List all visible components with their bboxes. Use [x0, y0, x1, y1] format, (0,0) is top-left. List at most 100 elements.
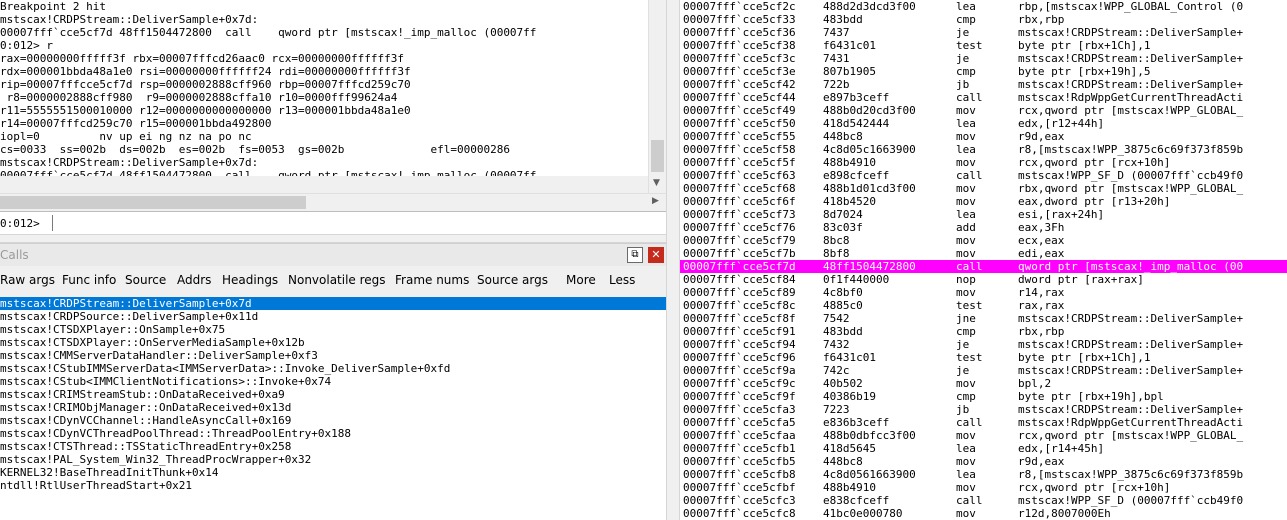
raw-args-button[interactable]: Raw args	[0, 273, 55, 287]
func-info-button[interactable]: Func info	[62, 273, 116, 287]
disassembly-row[interactable]: 00007fff`cce5cf8f 7542 jne mstscax!CRDPStre…	[680, 312, 1287, 325]
disassembly-row[interactable]: 00007fff`cce5cf89 4c8bf0 mov r14,rax	[680, 286, 1287, 299]
disassembly-row[interactable]: 00007fff`cce5cf84 0f1f440000 nop dword ptr …	[680, 273, 1287, 286]
disassembly-row[interactable]: 00007fff`cce5cfb8 4c8d0561663900 lea r8,[ms…	[680, 468, 1287, 481]
call-stack-frame[interactable]: ntdll!RtlUserThreadStart+0x21	[0, 479, 666, 492]
disassembly-row[interactable]: 00007fff`cce5cf50 418d542444 lea edx,[r12+4…	[680, 117, 1287, 130]
instruction-mnemonic: je	[956, 364, 970, 377]
call-stack-frame[interactable]: mstscax!CRDPSource::DeliverSample+0x11d	[0, 310, 666, 323]
disassembly-row[interactable]: 00007fff`cce5cfb1 418d5645 lea edx,[r14+45h…	[680, 442, 1287, 455]
frame-nums-button[interactable]: Frame nums	[395, 273, 469, 287]
call-stack-frame[interactable]: mstscax!CRDPStream::DeliverSample+0x7d	[0, 297, 666, 310]
call-stack-frame[interactable]: mstscax!CRIMStreamStub::OnDataReceived+0…	[0, 388, 666, 401]
command-output-line: rdx=000001bbda48a1e0 rsi=00000000ffffff2…	[0, 65, 411, 78]
call-stack-frame[interactable]: mstscax!CTSDXPlayer::OnSample+0x75	[0, 323, 666, 336]
disassembly-row[interactable]: 00007fff`cce5cf2c 488d2d3dcd3f00 lea rbp,[m…	[680, 0, 1287, 13]
disassembly-row[interactable]: 00007fff`cce5cf8c 4885c0 test rax,rax	[680, 299, 1287, 312]
call-stack-list[interactable]: mstscax!CRDPStream::DeliverSample+0x7d ms…	[0, 297, 666, 520]
disassembly-row[interactable]: 00007fff`cce5cf5f 488b4910 mov rcx,qword pt…	[680, 156, 1287, 169]
call-stack-frame[interactable]: mstscax!CRIMObjManager::OnDataReceived+0…	[0, 401, 666, 414]
disassembly-row[interactable]: 00007fff`cce5cf73 8d7024 lea esi,[rax+24h]	[680, 208, 1287, 221]
instruction-mnemonic: je	[956, 52, 970, 65]
disassembly-row[interactable]: 00007fff`cce5cf38 f6431c01 test byte ptr [r…	[680, 39, 1287, 52]
instruction-mnemonic: call	[956, 494, 983, 507]
disassembly-row[interactable]: 00007fff`cce5cfbf 488b4910 mov rcx,qword pt…	[680, 481, 1287, 494]
command-output-line: iopl=0 nv up ei ng nz na po nc	[0, 130, 252, 143]
instruction-mnemonic: mov	[956, 286, 976, 299]
instruction-mnemonic: call	[956, 260, 983, 273]
scrollbar-thumb[interactable]	[0, 196, 306, 209]
chevron-right-icon[interactable]: ▶	[652, 196, 659, 206]
call-stack-frame[interactable]: mstscax!CStub<IMMClientNotifications>::I…	[0, 375, 666, 388]
disassembly-row[interactable]: 00007fff`cce5cf9c 40b502 mov bpl,2	[680, 377, 1287, 390]
instruction-address: 00007fff`cce5cf9f	[683, 390, 796, 403]
disassembly-row[interactable]: 00007fff`cce5cf68 488b1d01cd3f00 mov rbx,qw…	[680, 182, 1287, 195]
call-stack-frame[interactable]: KERNEL32!BaseThreadInitThunk+0x14	[0, 466, 666, 479]
scrollbar-thumb[interactable]	[651, 140, 664, 172]
instruction-mnemonic: test	[956, 351, 983, 364]
disassembly-row[interactable]: 00007fff`cce5cf3e 807b1905 cmp byte ptr [rb…	[680, 65, 1287, 78]
disassembly-row[interactable]: 00007fff`cce5cf6f 418b4520 mov eax,dword pt…	[680, 195, 1287, 208]
disassembly-row[interactable]: 00007fff`cce5cf3c 7431 je mstscax!CRDPStrea…	[680, 52, 1287, 65]
call-stack-frame[interactable]: mstscax!CDynVCChannel::HandleAsyncCall+0…	[0, 414, 666, 427]
disassembly-row[interactable]: 00007fff`cce5cf96 f6431c01 test byte ptr [r…	[680, 351, 1287, 364]
disassembly-row[interactable]: 00007fff`cce5cf76 83c03f add eax,3Fh	[680, 221, 1287, 234]
source-button[interactable]: Source	[125, 273, 166, 287]
disassembly-row[interactable]: 00007fff`cce5cf79 8bc8 mov ecx,eax	[680, 234, 1287, 247]
command-output[interactable]: Breakpoint 2 hit mstscax!CRDPStream::Deli…	[0, 0, 648, 176]
vertical-splitter[interactable]	[666, 0, 680, 520]
command-input-field[interactable]	[52, 215, 663, 231]
command-vertical-scrollbar[interactable]: ▼	[648, 0, 667, 193]
chevron-down-icon[interactable]: ▼	[653, 178, 660, 188]
headings-button[interactable]: Headings	[222, 273, 278, 287]
source-args-button[interactable]: Source args	[477, 273, 548, 287]
disassembly-row[interactable]: 00007fff`cce5cf49 488b0d20cd3f00 mov rcx,qw…	[680, 104, 1287, 117]
instruction-bytes: 0f1f440000	[823, 273, 890, 286]
dock-window-icon[interactable]: ⧉	[627, 247, 643, 263]
disassembly-row[interactable]: 00007fff`cce5cf36 7437 je mstscax!CRDPStrea…	[680, 26, 1287, 39]
disassembly-row[interactable]: 00007fff`cce5cfc3 e838cfceff call mstscax!W…	[680, 494, 1287, 507]
call-stack-frame[interactable]: mstscax!CStubIMMServerData<IMMServerData…	[0, 362, 666, 375]
instruction-mnemonic: lea	[956, 143, 976, 156]
disassembly-row[interactable]: 00007fff`cce5cf91 483bdd cmp rbx,rbp	[680, 325, 1287, 338]
horizontal-splitter[interactable]	[0, 234, 666, 243]
disassembly-row[interactable]: 00007fff`cce5cf58 4c8d05c1663900 lea r8,[ms…	[680, 143, 1287, 156]
instruction-mnemonic: je	[956, 26, 970, 39]
instruction-mnemonic: lea	[956, 468, 976, 481]
disassembly-row[interactable]: 00007fff`cce5cf9a 742c je mstscax!CRDPStrea…	[680, 364, 1287, 377]
instruction-bytes: 7432	[823, 338, 850, 351]
command-output-line: 00007fff`cce5cf7d 48ff1504472800 call qw…	[0, 26, 537, 39]
addrs-button[interactable]: Addrs	[177, 273, 211, 287]
instruction-bytes: 488b1d01cd3f00	[823, 182, 916, 195]
more-button[interactable]: More	[566, 273, 596, 287]
disassembly-row[interactable]: 00007fff`cce5cfa3 7223 jb mstscax!CRDPStrea…	[680, 403, 1287, 416]
instruction-mnemonic: mov	[956, 455, 976, 468]
command-horizontal-scrollbar[interactable]: ▶	[0, 193, 666, 211]
disassembly-row[interactable]: 00007fff`cce5cf42 722b jb mstscax!CRDPStrea…	[680, 78, 1287, 91]
current-instruction-row[interactable]: 00007fff`cce5cf7d 48ff1504472800 call qword…	[680, 260, 1287, 273]
disassembly-row[interactable]: 00007fff`cce5cfaa 488b0dbfcc3f00 mov rcx,qw…	[680, 429, 1287, 442]
disassembly-row[interactable]: 00007fff`cce5cf94 7432 je mstscax!CRDPStrea…	[680, 338, 1287, 351]
disassembly-row[interactable]: 00007fff`cce5cfb5 448bc8 mov r9d,eax	[680, 455, 1287, 468]
less-button[interactable]: Less	[609, 273, 635, 287]
disassembly-row[interactable]: 00007fff`cce5cf33 483bdd cmp rbx,rbp	[680, 13, 1287, 26]
instruction-bytes: 41bc0e000780	[823, 507, 903, 520]
call-stack-frame[interactable]: mstscax!PAL_System_Win32_ThreadProcWrapp…	[0, 453, 666, 466]
disassembly-row[interactable]: 00007fff`cce5cf63 e898cfceff call mstscax!W…	[680, 169, 1287, 182]
call-stack-frame[interactable]: mstscax!CTSDXPlayer::OnServerMediaSample…	[0, 336, 666, 349]
instruction-mnemonic: lea	[956, 0, 976, 13]
disassembly-view[interactable]: 00007fff`cce5cf2c 488d2d3dcd3f00 lea rbp,[m…	[680, 0, 1287, 520]
close-icon[interactable]: ✕	[648, 247, 664, 263]
call-stack-frame[interactable]: mstscax!CDynVCThreadPoolThread::ThreadPo…	[0, 427, 666, 440]
disassembly-row[interactable]: 00007fff`cce5cfc8 41bc0e000780 mov r12d,800…	[680, 507, 1287, 520]
disassembly-row[interactable]: 00007fff`cce5cf55 448bc8 mov r9d,eax	[680, 130, 1287, 143]
disassembly-row[interactable]: 00007fff`cce5cf44 e897b3ceff call mstscax!R…	[680, 91, 1287, 104]
disassembly-row[interactable]: 00007fff`cce5cf7b 8bf8 mov edi,eax	[680, 247, 1287, 260]
call-stack-frame[interactable]: mstscax!CMMServerDataHandler::DeliverSam…	[0, 349, 666, 362]
call-stack-frame[interactable]: mstscax!CTSThread::TSStaticThreadEntry+0…	[0, 440, 666, 453]
disassembly-row[interactable]: 00007fff`cce5cf9f 40386b19 cmp byte ptr [rb…	[680, 390, 1287, 403]
disassembly-row[interactable]: 00007fff`cce5cfa5 e836b3ceff call mstscax!R…	[680, 416, 1287, 429]
nonvolatile-regs-button[interactable]: Nonvolatile regs	[288, 273, 386, 287]
instruction-operands: byte ptr [rbx+1Ch],1	[1018, 351, 1151, 364]
instruction-address: 00007fff`cce5cfc3	[683, 494, 796, 507]
